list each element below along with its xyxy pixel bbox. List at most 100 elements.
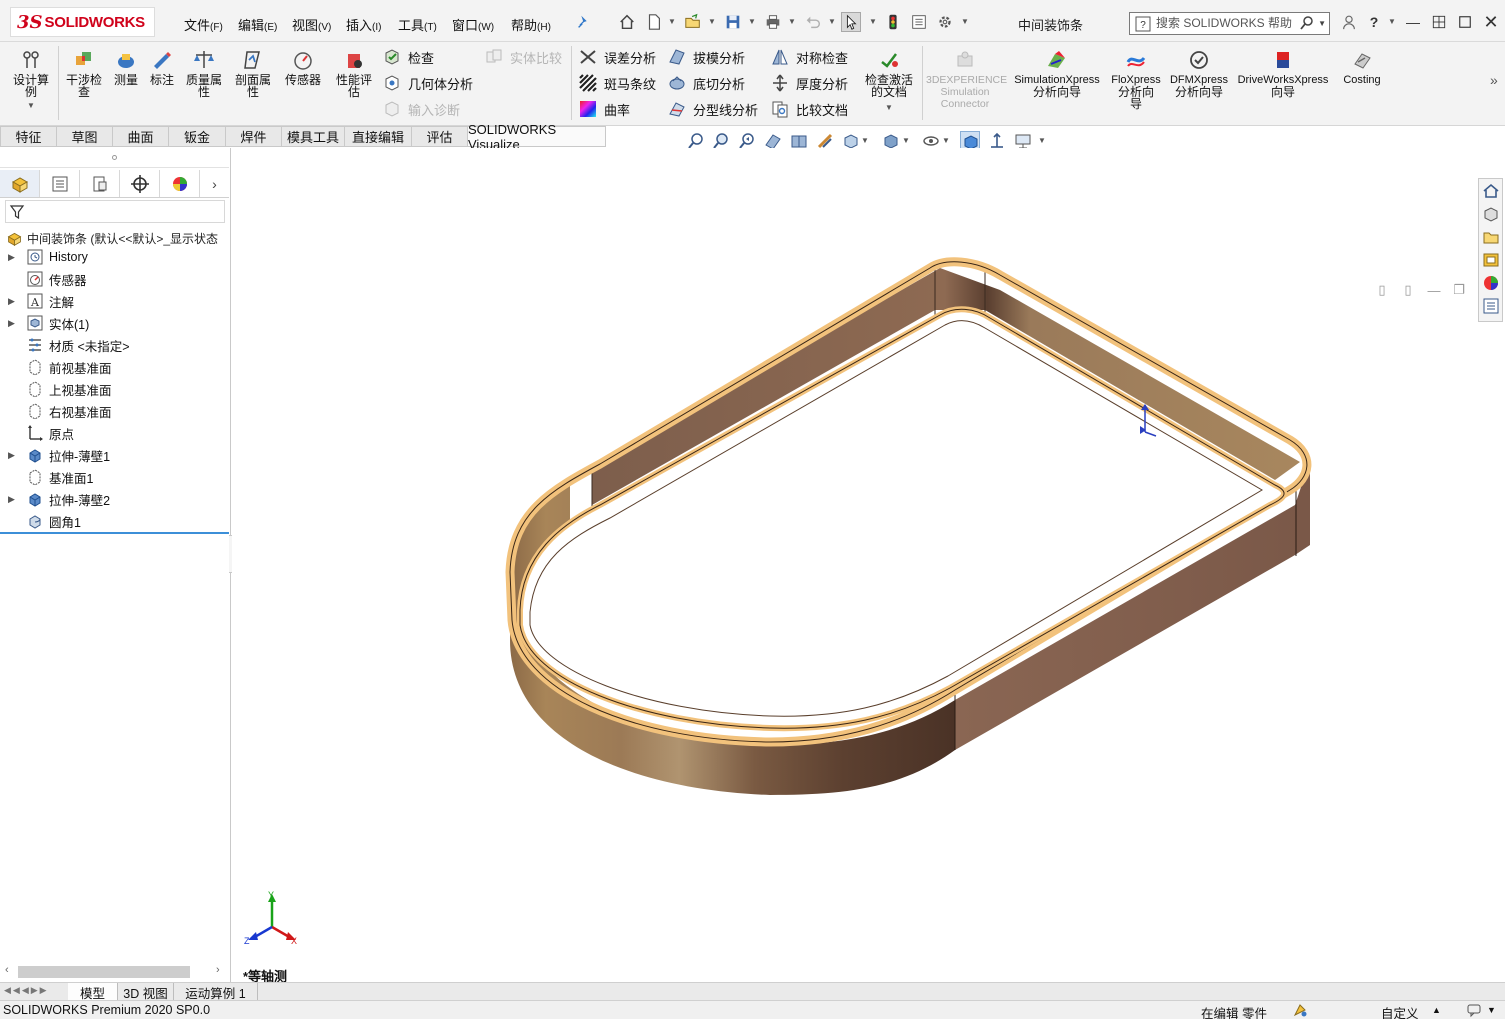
tree-node[interactable]: 前视基准面	[8, 357, 112, 377]
rebuild-status-icon[interactable]	[1292, 1002, 1308, 1019]
panel-horizontal-scrollbar[interactable]: ‹ ›	[0, 963, 229, 980]
pin-icon[interactable]	[574, 12, 594, 32]
3dexperience-simulation-button[interactable]: 3DEXPERIENCE Simulation Connector	[926, 48, 1007, 110]
design-study-dropdown-icon[interactable]: ▼	[8, 100, 54, 112]
menu-window[interactable]: 窗口(W)	[452, 15, 494, 34]
tab-motion-study[interactable]: 运动算例 1	[174, 983, 258, 1001]
model-render[interactable]: Y X Z	[232, 148, 1505, 982]
tab-command-6[interactable]: 直接编辑	[345, 126, 412, 147]
tab-command-7[interactable]: 评估	[412, 126, 468, 147]
rebuild-traffic-light-icon[interactable]	[883, 12, 903, 32]
new-document-icon[interactable]	[644, 12, 664, 32]
draft-analysis-button[interactable]: 拔模分析	[667, 46, 745, 68]
user-icon[interactable]	[1339, 12, 1359, 32]
tab-property-manager[interactable]	[40, 170, 80, 197]
compare-documents-button[interactable]: 比较文档	[770, 98, 848, 120]
check-active-document-button[interactable]: 检查激活 的文档 ▼	[860, 48, 918, 114]
tab-command-2[interactable]: 曲面	[113, 126, 169, 147]
graphics-area[interactable]: Y X Z ▯ ▯ — ❐ ✕	[232, 148, 1505, 982]
search-icon[interactable]	[1299, 15, 1315, 31]
tree-node[interactable]: ▶ 拉伸-薄壁2	[8, 489, 110, 509]
expand-arrow-icon[interactable]: ▶	[8, 450, 18, 461]
file-explorer-icon[interactable]	[1479, 225, 1502, 248]
tab-display-manager[interactable]	[160, 170, 200, 197]
expand-arrow-icon[interactable]: ▶	[8, 494, 18, 505]
undo-icon[interactable]	[803, 12, 823, 32]
unit-system[interactable]: 自定义	[1381, 1003, 1419, 1019]
expand-arrow-icon[interactable]: ▶	[8, 296, 18, 307]
tab-configuration-manager[interactable]	[80, 170, 120, 197]
options-dropdown-icon[interactable]: ▼	[961, 17, 969, 26]
help-search-input[interactable]: ? 搜索 SOLIDWORKS 帮助 ▼	[1129, 12, 1330, 35]
print-icon[interactable]	[763, 12, 783, 32]
expand-arrow-icon[interactable]: ▶	[8, 252, 18, 263]
dfmxpress-button[interactable]: DFMXpress 分析向导	[1168, 48, 1230, 98]
scroll-thumb[interactable]	[18, 966, 190, 978]
open-dropdown-icon[interactable]: ▼	[708, 17, 716, 26]
solidworks-logo[interactable]: 3S SOLIDWORKS	[10, 7, 155, 37]
tree-node[interactable]: 上视基准面	[8, 379, 112, 399]
menu-edit[interactable]: 编辑(E)	[238, 15, 277, 34]
new-dropdown-icon[interactable]: ▼	[668, 17, 676, 26]
sensor-button[interactable]: 传感器	[280, 48, 326, 86]
unit-system-up-icon[interactable]: ▲	[1432, 1005, 1441, 1015]
symmetry-check-button[interactable]: 对称检查	[770, 46, 848, 68]
tab-feature-manager[interactable]	[0, 170, 40, 197]
rollback-bar[interactable]	[0, 532, 229, 534]
restore-icon[interactable]	[1429, 12, 1449, 32]
help-icon[interactable]: ?	[1364, 12, 1384, 32]
home-icon[interactable]	[617, 12, 637, 32]
print-dropdown-icon[interactable]: ▼	[788, 17, 796, 26]
interference-check-button[interactable]: 干涉检 查	[62, 48, 106, 98]
custom-properties-icon[interactable]	[1479, 294, 1502, 317]
design-library-icon[interactable]	[1479, 202, 1502, 225]
tab-command-0[interactable]: 特征	[0, 126, 57, 147]
tab-command-1[interactable]: 草图	[57, 126, 113, 147]
deviation-analysis-button[interactable]: 误差分析	[578, 46, 656, 68]
tree-node[interactable]: 基准面1	[8, 467, 93, 487]
menu-insert[interactable]: 插入(I)	[346, 15, 381, 34]
performance-evaluation-button[interactable]: 性能评 估	[332, 48, 376, 98]
parting-line-analysis-button[interactable]: 分型线分析	[667, 98, 758, 120]
tree-node[interactable]: ▶ 实体(1)	[8, 313, 89, 333]
tab-command-4[interactable]: 焊件	[226, 126, 282, 147]
measure-button[interactable]: 测量	[110, 48, 142, 86]
menu-view[interactable]: 视图(V)	[292, 15, 331, 34]
costing-button[interactable]: Costing	[1336, 48, 1388, 86]
import-diagnostics-button[interactable]: 输入诊断	[382, 98, 460, 120]
tab-model[interactable]: 模型	[68, 983, 118, 1001]
tree-node[interactable]: 右视基准面	[8, 401, 112, 421]
tab-nav-arrows-icon[interactable]: ◀◀◀▶▶	[4, 985, 49, 996]
undercut-analysis-button[interactable]: 底切分析	[667, 72, 745, 94]
tab-visualize[interactable]: SOLIDWORKS Visualize	[468, 122, 606, 152]
undo-dropdown-icon[interactable]: ▼	[828, 17, 836, 26]
tree-node[interactable]: 圆角1	[8, 511, 81, 531]
tree-root-part[interactable]: 中间装饰条 (默认<<默认>_显示状态	[6, 228, 228, 248]
simulationxpress-button[interactable]: SimulationXpress 分析向导	[1010, 48, 1104, 98]
select-dropdown-icon[interactable]: ▼	[869, 17, 877, 26]
tree-node[interactable]: 传感器	[8, 269, 87, 289]
help-dropdown-icon[interactable]: ▼	[1388, 17, 1396, 26]
toolbar-more-icon[interactable]: »	[1490, 72, 1498, 88]
tab-dimxpert-manager[interactable]	[120, 170, 160, 197]
minimize-icon[interactable]: —	[1403, 12, 1423, 32]
chat-icon[interactable]	[1466, 1002, 1482, 1019]
file-properties-icon[interactable]	[909, 12, 929, 32]
zebra-stripes-button[interactable]: 斑马条纹	[578, 72, 656, 94]
panel-splitter[interactable]	[0, 148, 229, 168]
compare-bodies-button[interactable]: 实体比较	[484, 46, 562, 68]
geometry-analysis-button[interactable]: 几何体分析	[382, 72, 473, 94]
open-icon[interactable]	[683, 12, 703, 32]
solidworks-resources-icon[interactable]	[1479, 179, 1502, 202]
viewport-tile-left-icon[interactable]: ▯	[1374, 282, 1390, 298]
markup-button[interactable]: 标注	[146, 48, 178, 86]
section-properties-button[interactable]: 剖面属 性	[231, 48, 275, 98]
tree-node[interactable]: 原点	[8, 423, 74, 443]
check-button[interactable]: 检查	[382, 46, 434, 68]
mass-properties-button[interactable]: 质量属 性	[182, 48, 226, 98]
status-dropdown-icon[interactable]: ▼	[1487, 1005, 1496, 1015]
check-active-dropdown-icon[interactable]: ▼	[860, 102, 918, 114]
tree-node[interactable]: ▶ A 注解	[8, 291, 74, 311]
select-icon[interactable]	[841, 12, 861, 32]
tab-command-5[interactable]: 模具工具	[282, 126, 345, 147]
